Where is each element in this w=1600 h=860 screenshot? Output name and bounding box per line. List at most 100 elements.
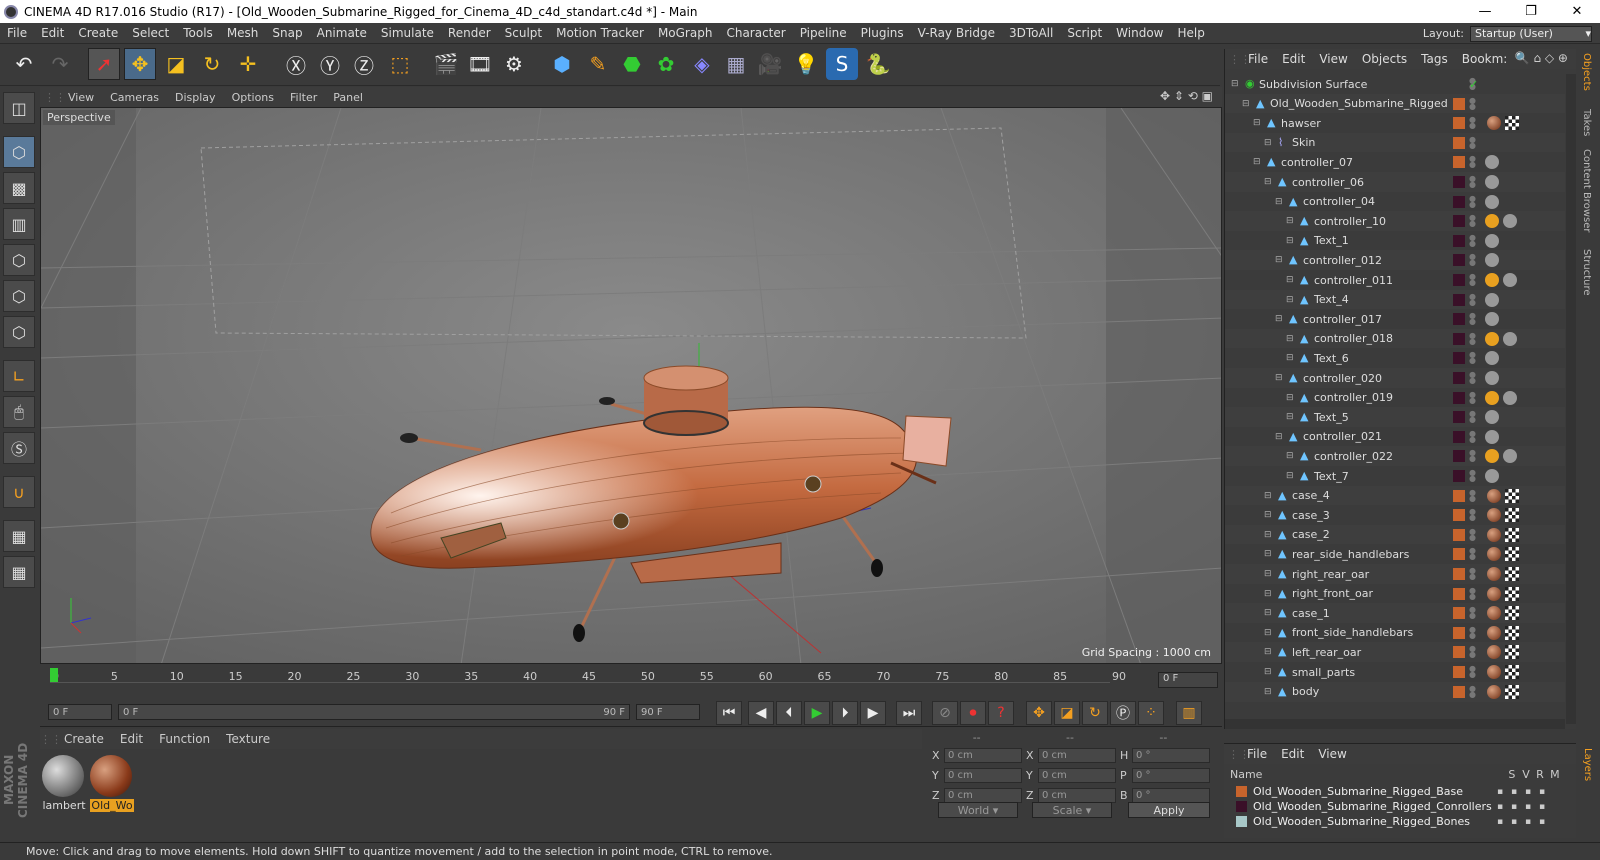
live-selection-icon[interactable]: ➚: [88, 48, 120, 80]
visibility-dots-icon[interactable]: ● ●: [1469, 351, 1476, 365]
layer-color-swatch[interactable]: [1453, 489, 1465, 502]
layer-color-swatch[interactable]: [1453, 528, 1465, 541]
expand-toggle-icon[interactable]: ⊟: [1264, 647, 1272, 657]
display-tag-icon[interactable]: [1503, 390, 1517, 405]
object-row[interactable]: ⊟ ▲ controller_018 ● ●: [1225, 328, 1565, 349]
material-lambert[interactable]: lambert: [42, 755, 86, 812]
uvw-tag-icon[interactable]: [1505, 508, 1519, 523]
object-row[interactable]: ⊟ ▲ controller_10 ● ●: [1225, 211, 1565, 232]
uvw-tag-icon[interactable]: [1505, 625, 1519, 640]
scale-icon[interactable]: ◪: [160, 48, 192, 80]
menu-window[interactable]: Window: [1109, 26, 1170, 40]
undo-icon[interactable]: ↶: [8, 48, 40, 80]
display-tag-icon[interactable]: [1485, 429, 1499, 444]
layer-color-swatch[interactable]: [1453, 626, 1465, 639]
render-toggle-icon[interactable]: ▪: [1525, 802, 1539, 812]
object-row[interactable]: ⊟ ▲ Text_7 ● ●: [1225, 466, 1565, 486]
menu-select[interactable]: Select: [125, 26, 176, 40]
eye-icon[interactable]: ▪: [1511, 802, 1525, 812]
layer-color-swatch[interactable]: [1453, 136, 1465, 149]
go-to-start-icon[interactable]: ⏮: [716, 701, 742, 725]
y-axis-icon[interactable]: Ⓨ: [314, 48, 346, 80]
viewport-menu-panel[interactable]: Panel: [325, 91, 371, 104]
viewport-menu-display[interactable]: Display: [167, 91, 224, 104]
coord-value-field[interactable]: 0 cm: [1038, 787, 1116, 803]
expand-toggle-icon[interactable]: ⊟: [1286, 451, 1294, 461]
x-axis-icon[interactable]: Ⓧ: [280, 48, 312, 80]
menu-tools[interactable]: Tools: [176, 26, 220, 40]
layer-color-swatch[interactable]: [1453, 430, 1465, 443]
layer-color-swatch[interactable]: [1453, 254, 1465, 267]
layout-dropdown[interactable]: Startup (User) ▾: [1470, 25, 1592, 42]
viewport-menu-cameras[interactable]: Cameras: [102, 91, 167, 104]
key-scale-icon[interactable]: ◪: [1054, 701, 1080, 725]
object-row[interactable]: ⊟ ▲ hawser ● ●: [1225, 113, 1565, 134]
protection-tag-icon[interactable]: [1485, 273, 1499, 287]
display-tag-icon[interactable]: [1485, 155, 1499, 170]
texture-tag-icon[interactable]: [1487, 586, 1501, 601]
display-tag-icon[interactable]: [1485, 469, 1499, 483]
visibility-dots-icon[interactable]: ● ●: [1469, 488, 1476, 502]
texture-tag-icon[interactable]: [1487, 665, 1501, 679]
object-row[interactable]: ⊟ ▲ case_4 ● ●: [1225, 485, 1565, 506]
frame-range-slider[interactable]: 0 F 90 F: [118, 704, 630, 720]
expand-toggle-icon[interactable]: ⊟: [1286, 471, 1294, 481]
expand-toggle-icon[interactable]: ⊟: [1286, 295, 1294, 305]
layer-menu-edit[interactable]: Edit: [1274, 747, 1311, 761]
visibility-dots-icon[interactable]: ● ●: [1469, 508, 1476, 522]
cube-icon[interactable]: ⬢: [546, 48, 578, 80]
coord-value-field[interactable]: 0 °: [1132, 747, 1210, 763]
layer-color-swatch[interactable]: [1453, 685, 1465, 698]
layer-color-swatch[interactable]: [1453, 215, 1465, 228]
menu-3dtoall[interactable]: 3DToAll: [1002, 26, 1060, 40]
menu-mesh[interactable]: Mesh: [220, 26, 266, 40]
camera-icon[interactable]: 🎥: [754, 48, 786, 80]
render-view-icon[interactable]: 🎬: [430, 48, 462, 80]
expand-toggle-icon[interactable]: ⊟: [1286, 353, 1294, 363]
layer-color-swatch[interactable]: [1453, 293, 1465, 306]
visibility-dots-icon[interactable]: ● ●: [1469, 312, 1476, 326]
layer-color-swatch[interactable]: [1453, 568, 1465, 580]
tab-content-browser[interactable]: Content Browser: [1581, 149, 1592, 232]
material-menu-texture[interactable]: Texture: [218, 732, 278, 746]
visibility-dots-icon[interactable]: ● ●: [1469, 175, 1476, 189]
texture-tag-icon[interactable]: [1487, 508, 1501, 523]
visibility-dots-icon[interactable]: ● ●: [1469, 625, 1476, 639]
object-list-hscrollbar[interactable]: [1225, 719, 1565, 729]
workplane-icon[interactable]: ▥: [3, 208, 35, 240]
previous-frame-icon[interactable]: ⏴: [776, 701, 802, 725]
expand-toggle-icon[interactable]: ⊟: [1253, 157, 1261, 167]
expand-toggle-icon[interactable]: ⊟: [1286, 216, 1294, 226]
menu-help[interactable]: Help: [1170, 26, 1211, 40]
object-row[interactable]: ⊟ ▲ controller_020 ● ●: [1225, 368, 1565, 388]
close-button[interactable]: ✕: [1554, 0, 1600, 23]
tab-layers[interactable]: Layers: [1582, 748, 1593, 781]
texture-tag-icon[interactable]: [1487, 645, 1501, 660]
visibility-dots-icon[interactable]: ● ●: [1469, 429, 1476, 443]
menu-render[interactable]: Render: [441, 26, 498, 40]
visibility-dots-icon[interactable]: ● ●: [1469, 194, 1476, 208]
eye-icon[interactable]: ▪: [1511, 787, 1525, 797]
protection-tag-icon[interactable]: [1485, 214, 1499, 229]
render-picture-viewer-icon[interactable]: 🎞: [464, 48, 496, 80]
material-menu-create[interactable]: Create: [56, 732, 112, 746]
expand-toggle-icon[interactable]: ⊟: [1275, 314, 1283, 324]
deformer-icon[interactable]: ◈: [686, 48, 718, 80]
object-row[interactable]: ⊟ ▲ Text_5 ● ●: [1225, 407, 1565, 428]
expand-toggle-icon[interactable]: ⊟: [1264, 667, 1272, 677]
display-tag-icon[interactable]: [1485, 292, 1499, 307]
move-icon[interactable]: ✥: [124, 48, 156, 80]
layer-color-swatch[interactable]: [1453, 234, 1465, 247]
next-frame-icon[interactable]: ⏵: [832, 701, 858, 725]
visibility-dots-icon[interactable]: ● ●: [1469, 331, 1476, 345]
layer-color-swatch[interactable]: [1453, 666, 1465, 678]
axis-mode-icon[interactable]: ∟: [3, 360, 35, 392]
uvw-tag-icon[interactable]: [1505, 684, 1519, 699]
next-key-icon[interactable]: ▶: [860, 701, 886, 725]
display-tag-icon[interactable]: [1485, 233, 1499, 248]
menu-pipeline[interactable]: Pipeline: [793, 26, 854, 40]
layer-color-swatch[interactable]: [1453, 548, 1465, 561]
coord-value-field[interactable]: 0 cm: [944, 767, 1022, 783]
snap-icon[interactable]: Ⓢ: [3, 432, 35, 464]
layer-color-swatch[interactable]: [1453, 509, 1465, 522]
